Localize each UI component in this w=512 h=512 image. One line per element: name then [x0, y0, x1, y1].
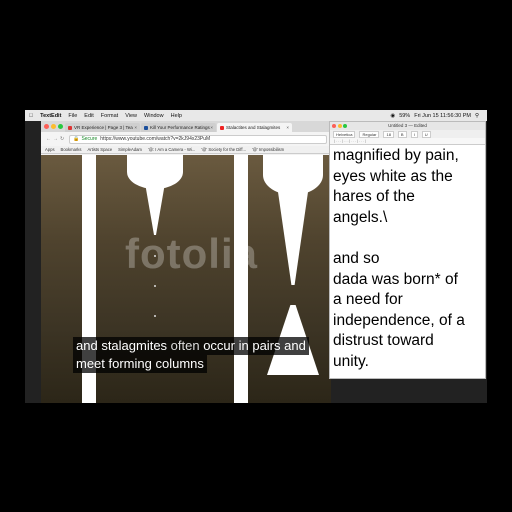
- menu-bar:  TextEdit File Edit Format View Window …: [25, 110, 487, 121]
- url-input[interactable]: 🔒 Secure https://www.youtube.com/watch?v…: [69, 134, 327, 144]
- video-player[interactable]: fotolia and stalagmites often occur in p…: [41, 155, 331, 403]
- bookmark-simpleadam[interactable]: SimpleAdam: [118, 147, 142, 152]
- youtube-favicon-icon: [220, 125, 224, 130]
- lock-icon: 🔒: [73, 136, 80, 142]
- menu-app-name[interactable]: TextEdit: [40, 113, 61, 119]
- bookmarks-bar: Apps Bookmarks Artists Space SimpleAdam …: [41, 146, 331, 154]
- address-bar: ←→↻ 🔒 Secure https://www.youtube.com/wat…: [41, 132, 331, 146]
- text-line: eyes white as the: [333, 167, 453, 185]
- text-line: distrust toward: [333, 332, 434, 350]
- fotolia-watermark: fotolia: [125, 230, 258, 277]
- tab-label: Kill Your Performance Ratings: [150, 125, 210, 130]
- zoom-window-button[interactable]: [58, 124, 63, 129]
- browser-window: VR Experience | Page 3 | Tea × Kill Your…: [41, 121, 331, 403]
- search-icon[interactable]: ⚲: [475, 113, 479, 119]
- close-window-button[interactable]: [332, 123, 336, 128]
- close-tab-icon[interactable]: ×: [210, 123, 213, 132]
- bookmark-artists-space[interactable]: Artists Space: [88, 147, 113, 152]
- apple-icon[interactable]: : [29, 113, 33, 119]
- text-line: independence, of a: [333, 311, 465, 329]
- battery-percent[interactable]: 59%: [399, 113, 410, 119]
- minimize-window-button[interactable]: [51, 124, 56, 129]
- close-tab-icon[interactable]: ×: [286, 123, 289, 132]
- minimize-window-button[interactable]: [337, 123, 342, 128]
- secure-label: Secure: [81, 136, 98, 142]
- format-toolbar: Helvetica Regular 18 B I U: [330, 130, 485, 138]
- font-style-select[interactable]: Regular: [359, 130, 380, 138]
- tab-label: Stalactites and Stalagmites: [226, 125, 281, 130]
- hbr-favicon-icon: [144, 125, 148, 130]
- text-line: hares of the: [333, 188, 415, 206]
- wifi-icon[interactable]: ◉: [390, 113, 395, 119]
- desktop-screen:  TextEdit File Edit Format View Window …: [25, 110, 487, 403]
- text-line: angels.\: [333, 208, 388, 226]
- menu-help[interactable]: Help: [171, 113, 182, 119]
- bold-button[interactable]: B: [397, 130, 407, 138]
- bookmark-apps[interactable]: Apps: [45, 147, 55, 152]
- menu-edit[interactable]: Edit: [84, 113, 93, 119]
- opera-favicon-icon: [68, 125, 72, 130]
- bookmark-camera[interactable]: '@: I Am a Camera - Wi...: [148, 147, 195, 152]
- window-controls: [332, 123, 349, 128]
- zoom-window-button[interactable]: [343, 123, 347, 128]
- italic-button[interactable]: I: [410, 130, 418, 138]
- water-drop: [154, 315, 156, 317]
- water-drop: [154, 285, 156, 287]
- bookmark-impossibilism[interactable]: '@' Impossibilism: [252, 147, 284, 152]
- url-text: https://www.youtube.com/watch?v=2kJ94x23…: [100, 136, 211, 142]
- text-line: a need for: [333, 291, 403, 309]
- menu-file[interactable]: File: [68, 113, 77, 119]
- font-size-select[interactable]: 18: [383, 130, 394, 138]
- caption-line-2: meet forming columns: [73, 355, 207, 373]
- font-family-select[interactable]: Helvetica: [333, 130, 356, 138]
- tab-strip: VR Experience | Page 3 | Tea × Kill Your…: [41, 121, 331, 132]
- text-line: dada was born* of: [333, 270, 458, 288]
- tab-label: VR Experience | Page 3 | Tea: [74, 125, 133, 130]
- underline-button[interactable]: U: [421, 130, 431, 138]
- tab-vr-experience[interactable]: VR Experience | Page 3 | Tea ×: [65, 123, 140, 132]
- bookmark-bookmarks[interactable]: Bookmarks: [61, 147, 82, 152]
- menu-view[interactable]: View: [125, 113, 137, 119]
- document-body[interactable]: magnified by pain, eyes white as the har…: [330, 145, 485, 373]
- tab-performance-ratings[interactable]: Kill Your Performance Ratings ×: [141, 123, 216, 132]
- document-title: Untitled 3 — Edited: [388, 123, 427, 128]
- bookmark-society[interactable]: '@' Society for the Diff...: [201, 147, 246, 152]
- clock[interactable]: Fri Jun 15 11:56:30 PM: [414, 113, 471, 119]
- back-forward-reload-icons[interactable]: ←→↻: [46, 136, 66, 142]
- menu-format[interactable]: Format: [101, 113, 118, 119]
- window-controls: [44, 124, 65, 129]
- close-tab-icon[interactable]: ×: [134, 123, 137, 132]
- text-line: and so: [333, 249, 380, 267]
- text-line: magnified by pain,: [333, 147, 459, 164]
- status-area: ◉ 59% Fri Jun 15 11:56:30 PM ⚲: [390, 110, 483, 121]
- ruler[interactable]: | . . . | . . . | . . . | . . . |: [330, 138, 485, 145]
- video-caption: and stalagmites often occur in pairs and…: [73, 337, 309, 373]
- menu-window[interactable]: Window: [144, 113, 164, 119]
- close-window-button[interactable]: [44, 124, 49, 129]
- text-line: unity.: [333, 352, 369, 370]
- textedit-titlebar: Untitled 3 — Edited: [330, 122, 485, 130]
- textedit-window: Untitled 3 — Edited Helvetica Regular 18…: [329, 121, 486, 379]
- tab-stalactites[interactable]: Stalactites and Stalagmites ×: [217, 123, 292, 132]
